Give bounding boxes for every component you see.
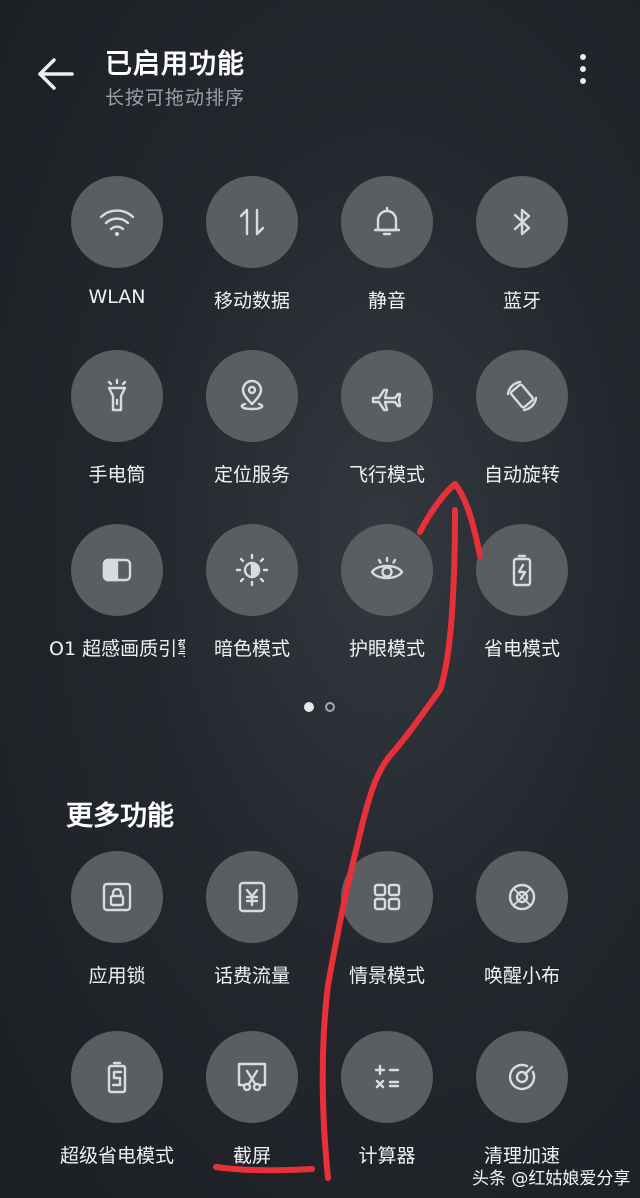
back-arrow-icon	[38, 58, 74, 90]
tile-label: 定位服务	[213, 464, 290, 486]
tile-circle	[476, 524, 568, 616]
tile-circle	[341, 1031, 433, 1123]
tile-scene-mode[interactable]: 情景模式	[319, 851, 455, 991]
header: 已启用功能 长按可拖动排序	[0, 0, 640, 130]
tile-circle	[476, 851, 568, 943]
tile-circle	[71, 350, 163, 442]
tile-circle	[476, 350, 568, 442]
page-title: 已启用功能	[105, 49, 245, 80]
watermark: 头条 @红姑娘爱分享	[472, 1169, 631, 1189]
tile-circle	[341, 350, 433, 442]
tile-circle	[476, 176, 568, 268]
page-indicator[interactable]	[304, 702, 344, 712]
tile-label: 应用锁	[88, 965, 146, 987]
tile-auto-rotate[interactable]: 自动旋转	[454, 350, 590, 490]
tile-label: 情景模式	[348, 965, 425, 987]
tile-label: 超级省电模式	[59, 1145, 174, 1167]
tile-label: 护眼模式	[348, 638, 425, 660]
tile-circle	[341, 851, 433, 943]
tile-mobile-data[interactable]: 移动数据	[184, 176, 320, 316]
tile-circle	[71, 176, 163, 268]
tile-calculator[interactable]: 计算器	[319, 1031, 455, 1171]
tile-circle	[341, 176, 433, 268]
screenshot-icon	[237, 1062, 267, 1092]
tile-label: WLAN	[88, 286, 146, 308]
tile-label: 静音	[367, 290, 406, 312]
back-button[interactable]	[36, 56, 76, 92]
page-dot	[325, 702, 335, 712]
tile-circle	[476, 1031, 568, 1123]
phone-bill-icon	[238, 881, 266, 913]
tile-label: 自动旋转	[483, 464, 560, 486]
more-vert-icon	[580, 54, 586, 60]
flashlight-icon	[107, 378, 127, 412]
bluetooth-icon	[513, 208, 531, 236]
tile-label: O1 超感画质引擎	[49, 638, 185, 660]
tile-label: 蓝牙	[502, 290, 541, 312]
tile-label: 手电筒	[88, 464, 146, 486]
battery-icon	[512, 554, 532, 587]
tile-location[interactable]: 定位服务	[184, 350, 320, 490]
tile-label: 计算器	[358, 1145, 416, 1167]
calculator-icon	[374, 1064, 400, 1089]
tile-label: 截屏	[232, 1145, 271, 1167]
tile-circle	[206, 851, 298, 943]
tile-airplane[interactable]: 飞行模式	[319, 350, 455, 490]
tile-circle	[206, 1031, 298, 1123]
tile-app-lock[interactable]: 应用锁	[49, 851, 185, 991]
super-battery-icon	[107, 1061, 127, 1094]
eye-icon	[370, 556, 404, 580]
tile-super-power-saving[interactable]: 超级省电模式	[49, 1031, 185, 1171]
more-options-button[interactable]	[572, 54, 594, 94]
page-subtitle: 长按可拖动排序	[105, 87, 246, 109]
tile-eye-care[interactable]: 护眼模式	[319, 524, 455, 664]
tile-flashlight[interactable]: 手电筒	[49, 350, 185, 490]
section-title-more: 更多功能	[66, 801, 174, 832]
tile-circle	[206, 350, 298, 442]
tile-dark-mode[interactable]: 暗色模式	[184, 524, 320, 664]
tile-label: 移动数据	[213, 290, 290, 312]
tile-circle	[341, 524, 433, 616]
tile-label: 省电模式	[483, 638, 560, 660]
location-icon	[240, 379, 264, 411]
tile-bluetooth[interactable]: 蓝牙	[454, 176, 590, 316]
tile-circle	[71, 851, 163, 943]
tile-screenshot[interactable]: 截屏	[184, 1031, 320, 1171]
tile-circle	[71, 1031, 163, 1123]
tile-circle	[71, 524, 163, 616]
mobile-data-icon	[239, 208, 265, 236]
tile-wlan[interactable]: WLAN	[49, 176, 185, 316]
auto-rotate-icon	[506, 380, 538, 412]
tile-circle	[206, 524, 298, 616]
tile-label: 暗色模式	[213, 638, 290, 660]
wifi-icon	[99, 209, 135, 236]
tile-phone-bill[interactable]: 话费流量	[184, 851, 320, 991]
tile-wake-assistant[interactable]: 唤醒小布	[454, 851, 590, 991]
tile-label: 话费流量	[213, 965, 290, 987]
airplane-icon	[371, 388, 402, 412]
tile-label: 飞行模式	[348, 464, 425, 486]
grid-icon	[373, 883, 401, 911]
app-lock-icon	[102, 882, 132, 912]
bell-icon	[373, 206, 401, 236]
page-dot-active	[304, 702, 314, 712]
tile-cleanup[interactable]: 清理加速	[454, 1031, 590, 1171]
dark-mode-icon	[235, 553, 269, 587]
tile-circle	[206, 176, 298, 268]
tile-power-saving[interactable]: 省电模式	[454, 524, 590, 664]
tile-silent[interactable]: 静音	[319, 176, 455, 316]
tile-label: 唤醒小布	[483, 965, 560, 987]
assistant-icon	[508, 883, 536, 911]
tile-display-engine[interactable]: O1 超感画质引擎	[49, 524, 185, 664]
cleanup-icon	[508, 1063, 536, 1091]
display-icon	[102, 558, 132, 582]
